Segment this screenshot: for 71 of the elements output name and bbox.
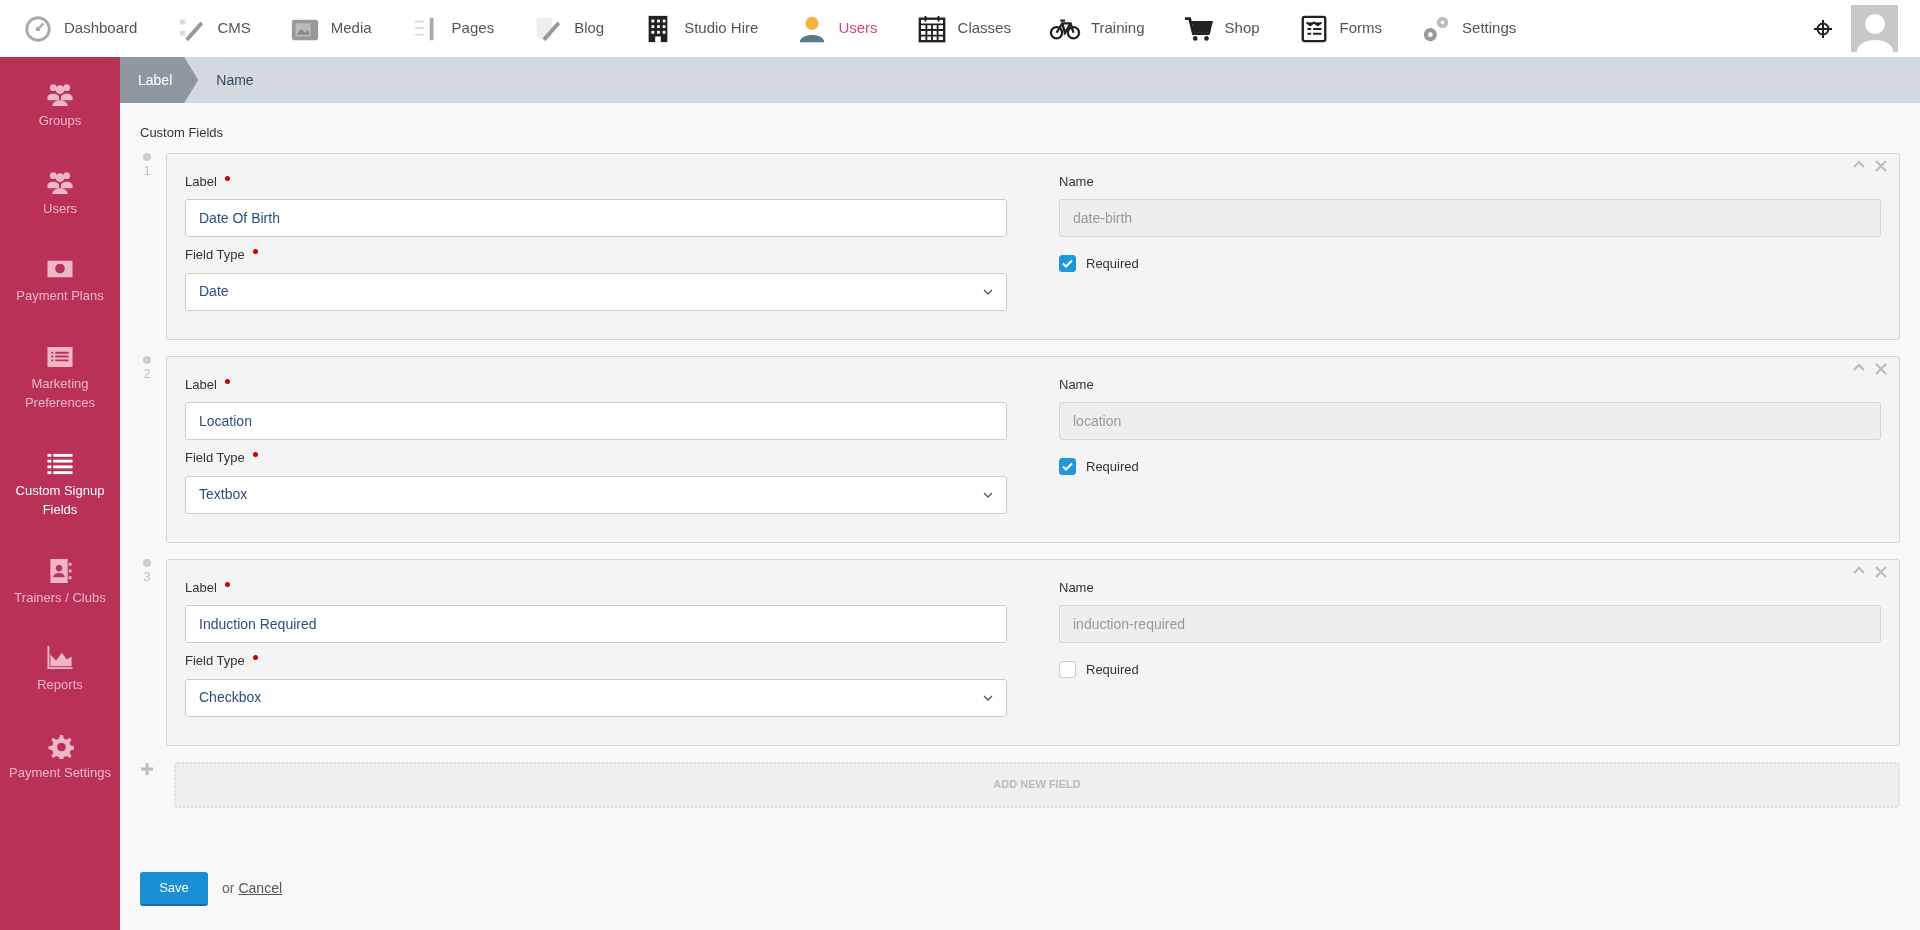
breadcrumb-step[interactable]: Name	[198, 57, 280, 103]
field-type-select[interactable]: Date	[185, 272, 1007, 311]
close-icon[interactable]	[1875, 565, 1887, 578]
nav-tab[interactable]: Media	[288, 13, 372, 44]
check-icon	[1062, 259, 1073, 269]
label-input[interactable]: Date Of Birth	[185, 199, 1007, 237]
nav-tab[interactable]: CMS	[175, 13, 251, 44]
avatar[interactable]	[1851, 5, 1898, 52]
area-chart-icon	[46, 645, 74, 671]
or-text: or	[222, 880, 235, 896]
nav-tab[interactable]: Training	[1048, 13, 1145, 44]
chevron-up-icon[interactable]	[1853, 159, 1865, 168]
chevron-up-icon[interactable]	[1853, 565, 1865, 574]
required-dot-icon	[224, 378, 230, 384]
close-icon[interactable]	[1875, 159, 1887, 172]
required-checkbox[interactable]	[1059, 458, 1076, 476]
checkbox-label: Required	[1086, 661, 1139, 679]
field-caption: Label	[185, 578, 217, 597]
checkbox-label: Required	[1086, 458, 1139, 476]
nav-tab[interactable]: Forms	[1297, 13, 1383, 44]
gear-icon	[46, 732, 74, 759]
nav-tab[interactable]: Dashboard	[22, 13, 138, 44]
field-caption: Name	[1059, 375, 1094, 394]
field-caption: Label	[185, 172, 217, 191]
field-caption: Field Type	[185, 449, 245, 467]
field-caption: Name	[1059, 578, 1094, 597]
required-dot-icon	[252, 655, 258, 661]
group-icon	[46, 81, 74, 107]
nav-tab[interactable]: Shop	[1182, 13, 1260, 44]
label-input[interactable]: Location	[185, 402, 1007, 440]
nav-tab[interactable]: Settings	[1420, 13, 1517, 44]
chevron-up-icon[interactable]	[1853, 362, 1865, 371]
field-type-select[interactable]: Textbox	[185, 475, 1007, 514]
field-caption: Label	[185, 375, 217, 394]
nav-tab[interactable]: Pages	[409, 13, 495, 44]
nav-tab[interactable]: Studio Hire	[642, 13, 759, 44]
close-icon[interactable]	[1875, 362, 1887, 375]
nav-tab[interactable]: Users	[796, 13, 878, 44]
drag-handle-icon[interactable]	[143, 355, 151, 364]
save-button[interactable]: Save	[140, 871, 208, 906]
field-caption: Field Type	[185, 246, 245, 264]
plus-icon[interactable]	[140, 761, 154, 776]
chevron-down-icon	[983, 288, 993, 295]
field-caption: Name	[1059, 172, 1094, 191]
required-checkbox[interactable]	[1059, 661, 1076, 679]
crosshair-icon[interactable]	[1813, 18, 1833, 39]
row-number: 1	[143, 162, 151, 180]
chevron-down-icon	[983, 491, 993, 498]
required-dot-icon	[252, 452, 258, 458]
drag-handle-icon[interactable]	[143, 152, 151, 161]
field-type-select[interactable]: Checkbox	[185, 678, 1007, 717]
cancel-link[interactable]: Cancel	[238, 880, 283, 896]
label-input[interactable]: Induction Required	[185, 605, 1007, 643]
check-icon	[1062, 462, 1073, 472]
required-dot-icon	[224, 175, 230, 181]
row-number: 2	[143, 365, 151, 383]
drag-handle-icon[interactable]	[143, 558, 151, 567]
gauge-icon	[22, 13, 54, 44]
required-dot-icon	[252, 249, 258, 255]
sidebar-item[interactable]: Custom Signup Fields	[0, 434, 120, 542]
nav-tab[interactable]: Blog	[532, 13, 605, 44]
chevron-down-icon	[983, 694, 993, 701]
required-dot-icon	[224, 581, 230, 587]
checkbox-label: Required	[1086, 255, 1139, 273]
nav-tab[interactable]: Classes	[915, 13, 1011, 44]
field-caption: Field Type	[185, 652, 245, 670]
row-number: 3	[143, 568, 151, 586]
sidebar-item[interactable]: Trainers / Clubs	[0, 541, 120, 629]
sidebar-item[interactable]: Users	[0, 152, 120, 240]
section-title: Custom Fields	[140, 124, 225, 142]
required-checkbox[interactable]	[1059, 255, 1076, 273]
